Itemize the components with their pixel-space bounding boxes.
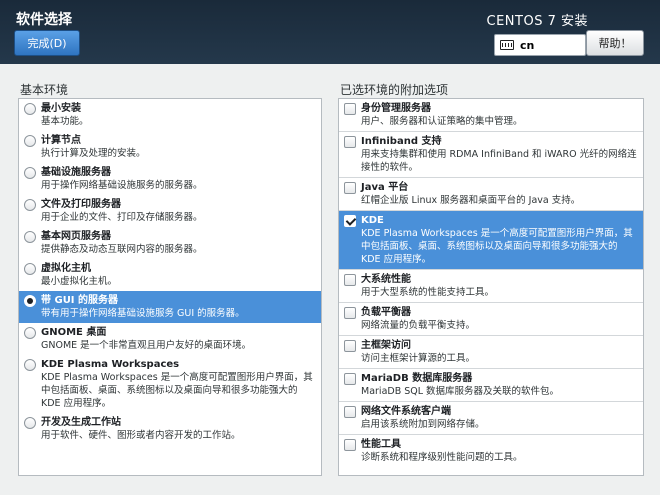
product-title: CENTOS 7 安装 bbox=[486, 14, 588, 29]
environment-option[interactable]: 基础设施服务器用于操作网络基础设施服务的服务器。 bbox=[19, 163, 321, 195]
radio-button[interactable] bbox=[24, 295, 36, 307]
option-title: KDE bbox=[361, 215, 384, 226]
option-description: GNOME 是一个非常直观且用户友好的桌面环境。 bbox=[41, 340, 252, 351]
radio-button[interactable] bbox=[24, 103, 36, 115]
checkbox[interactable] bbox=[344, 182, 356, 194]
option-title: 最小安装 bbox=[41, 103, 81, 114]
option-title: 文件及打印服务器 bbox=[41, 199, 121, 210]
option-title: 开发及生成工作站 bbox=[41, 417, 121, 428]
addon-option[interactable]: 性能工具诊断系统和程序级别性能问题的工具。 bbox=[339, 435, 643, 467]
radio-button[interactable] bbox=[24, 359, 36, 371]
addon-option[interactable]: 网络文件系统客户端启用该系统附加到网络存储。 bbox=[339, 402, 643, 434]
option-title: 计算节点 bbox=[41, 135, 81, 146]
radio-button[interactable] bbox=[24, 167, 36, 179]
option-description: MariaDB SQL 数据库服务器及关联的软件包。 bbox=[361, 386, 560, 397]
done-button[interactable]: 完成(D) bbox=[14, 30, 80, 56]
radio-button[interactable] bbox=[24, 327, 36, 339]
environment-option[interactable]: 计算节点执行计算及处理的安装。 bbox=[19, 131, 321, 163]
radio-button[interactable] bbox=[24, 417, 36, 429]
help-button[interactable]: 帮助！ bbox=[586, 30, 644, 56]
addon-option[interactable]: 负载平衡器网络流量的负载平衡支持。 bbox=[339, 303, 643, 335]
addon-option[interactable]: 大系统性能用于大型系统的性能支持工具。 bbox=[339, 270, 643, 302]
radio-button[interactable] bbox=[24, 231, 36, 243]
option-description: 访问主框架计算源的工具。 bbox=[361, 353, 476, 364]
checkbox[interactable] bbox=[344, 103, 356, 115]
keyboard-layout-indicator[interactable]: cn bbox=[494, 34, 586, 56]
environment-option[interactable]: GNOME 桌面 GNOME 是一个非常直观且用户友好的桌面环境。 bbox=[19, 323, 321, 355]
base-environment-list: 最小安装基本功能。计算节点执行计算及处理的安装。 基础设施服务器用于操作网络基础设… bbox=[18, 98, 322, 476]
option-title: 带 GUI 的服务器 bbox=[41, 295, 119, 306]
option-description: 执行计算及处理的安装。 bbox=[41, 148, 146, 159]
option-title: 身份管理服务器 bbox=[361, 103, 431, 114]
checkbox[interactable] bbox=[344, 406, 356, 418]
base-environment-label: 基本环境 bbox=[20, 83, 69, 97]
addon-option[interactable]: Java 平台红帽企业版 Linux 服务器和桌面平台的 Java 支持。 bbox=[339, 178, 643, 210]
environment-option[interactable]: 文件及打印服务器用于企业的文件、打印及存储服务器。 bbox=[19, 195, 321, 227]
option-description: 用于企业的文件、打印及存储服务器。 bbox=[41, 212, 203, 223]
checkbox[interactable] bbox=[344, 215, 356, 227]
option-description: 用户、服务器和认证策略的集中管理。 bbox=[361, 116, 523, 127]
keyboard-layout-label: cn bbox=[520, 38, 535, 52]
addon-option[interactable]: 主框架访问访问主框架计算源的工具。 bbox=[339, 336, 643, 368]
checkbox[interactable] bbox=[344, 373, 356, 385]
radio-button[interactable] bbox=[24, 135, 36, 147]
option-title: 虚拟化主机 bbox=[41, 263, 91, 274]
addon-option[interactable]: 身份管理服务器用户、服务器和认证策略的集中管理。 bbox=[339, 99, 643, 131]
option-title: 大系统性能 bbox=[361, 274, 411, 285]
environment-option[interactable]: 开发及生成工作站用于软件、硬件、图形或者内容开发的工作站。 bbox=[19, 413, 321, 445]
option-description: 用于操作网络基础设施服务的服务器。 bbox=[41, 180, 203, 191]
page-title: 软件选择 bbox=[16, 12, 72, 28]
environment-option[interactable]: 基本网页服务器提供静态及动态互联网内容的服务器。 bbox=[19, 227, 321, 259]
option-description: 最小虚拟化主机。 bbox=[41, 276, 118, 287]
option-title: MariaDB 数据库服务器 bbox=[361, 373, 473, 384]
keyboard-icon bbox=[500, 40, 514, 50]
addon-option[interactable]: KDE KDE Plasma Workspaces 是一个高度可配置图形用户界面，… bbox=[339, 211, 643, 269]
option-description: 网络流量的负载平衡支持。 bbox=[361, 320, 476, 331]
checkbox[interactable] bbox=[344, 274, 356, 286]
environment-option[interactable]: 带 GUI 的服务器带有用于操作网络基础设施服务 GUI 的服务器。 bbox=[19, 291, 321, 323]
option-description: 启用该系统附加到网络存储。 bbox=[361, 419, 485, 430]
option-description: 诊断系统和程序级别性能问题的工具。 bbox=[361, 452, 523, 463]
checkbox[interactable] bbox=[344, 136, 356, 148]
option-description: KDE Plasma Workspaces 是一个高度可配置图形用户界面，其中包… bbox=[41, 372, 313, 409]
option-title: KDE Plasma Workspaces bbox=[41, 359, 180, 370]
environment-option[interactable]: 虚拟化主机最小虚拟化主机。 bbox=[19, 259, 321, 291]
checkbox[interactable] bbox=[344, 439, 356, 451]
option-title: 性能工具 bbox=[361, 439, 401, 450]
option-description: 带有用于操作网络基础设施服务 GUI 的服务器。 bbox=[41, 308, 245, 319]
option-title: 基本网页服务器 bbox=[41, 231, 111, 242]
header-bar: 软件选择 完成(D) CENTOS 7 安装 cn 帮助！ bbox=[0, 0, 660, 64]
option-description: 用于软件、硬件、图形或者内容开发的工作站。 bbox=[41, 430, 241, 441]
option-description: 基本功能。 bbox=[41, 116, 89, 127]
environment-option[interactable]: KDE Plasma Workspaces KDE Plasma Workspac… bbox=[19, 355, 321, 413]
option-title: 基础设施服务器 bbox=[41, 167, 111, 178]
environment-option[interactable]: 最小安装 基本功能。 bbox=[19, 99, 321, 131]
radio-button[interactable] bbox=[24, 199, 36, 211]
addons-list: 身份管理服务器 用户、服务器和认证策略的集中管理。 Infiniband 支持 用来支… bbox=[338, 98, 644, 476]
option-description: 用于大型系统的性能支持工具。 bbox=[361, 287, 495, 298]
option-description: 提供静态及动态互联网内容的服务器。 bbox=[41, 244, 203, 255]
addon-option[interactable]: Infiniband 支持用来支持集群和使用 RDMA InfiniBand 和… bbox=[339, 132, 643, 177]
option-title: 网络文件系统客户端 bbox=[361, 406, 451, 417]
checkbox[interactable] bbox=[344, 307, 356, 319]
checkbox[interactable] bbox=[344, 340, 356, 352]
option-description: 红帽企业版 Linux 服务器和桌面平台的 Java 支持。 bbox=[361, 195, 581, 206]
option-description: KDE Plasma Workspaces 是一个高度可配置图形用户界面，其中包… bbox=[361, 228, 633, 265]
option-title: Infiniband 支持 bbox=[361, 136, 442, 147]
addons-label: 已选环境的附加选项 bbox=[340, 83, 449, 97]
option-title: 主框架访问 bbox=[361, 340, 411, 351]
option-title: 负载平衡器 bbox=[361, 307, 411, 318]
radio-button[interactable] bbox=[24, 263, 36, 275]
option-description: 用来支持集群和使用 RDMA InfiniBand 和 iWARO 光纤的网络连… bbox=[361, 149, 637, 173]
option-title: GNOME 桌面 bbox=[41, 327, 107, 338]
option-title: Java 平台 bbox=[361, 182, 409, 193]
addon-option[interactable]: MariaDB 数据库服务器 MariaDB SQL 数据库服务器及关联的软件包。 bbox=[339, 369, 643, 401]
